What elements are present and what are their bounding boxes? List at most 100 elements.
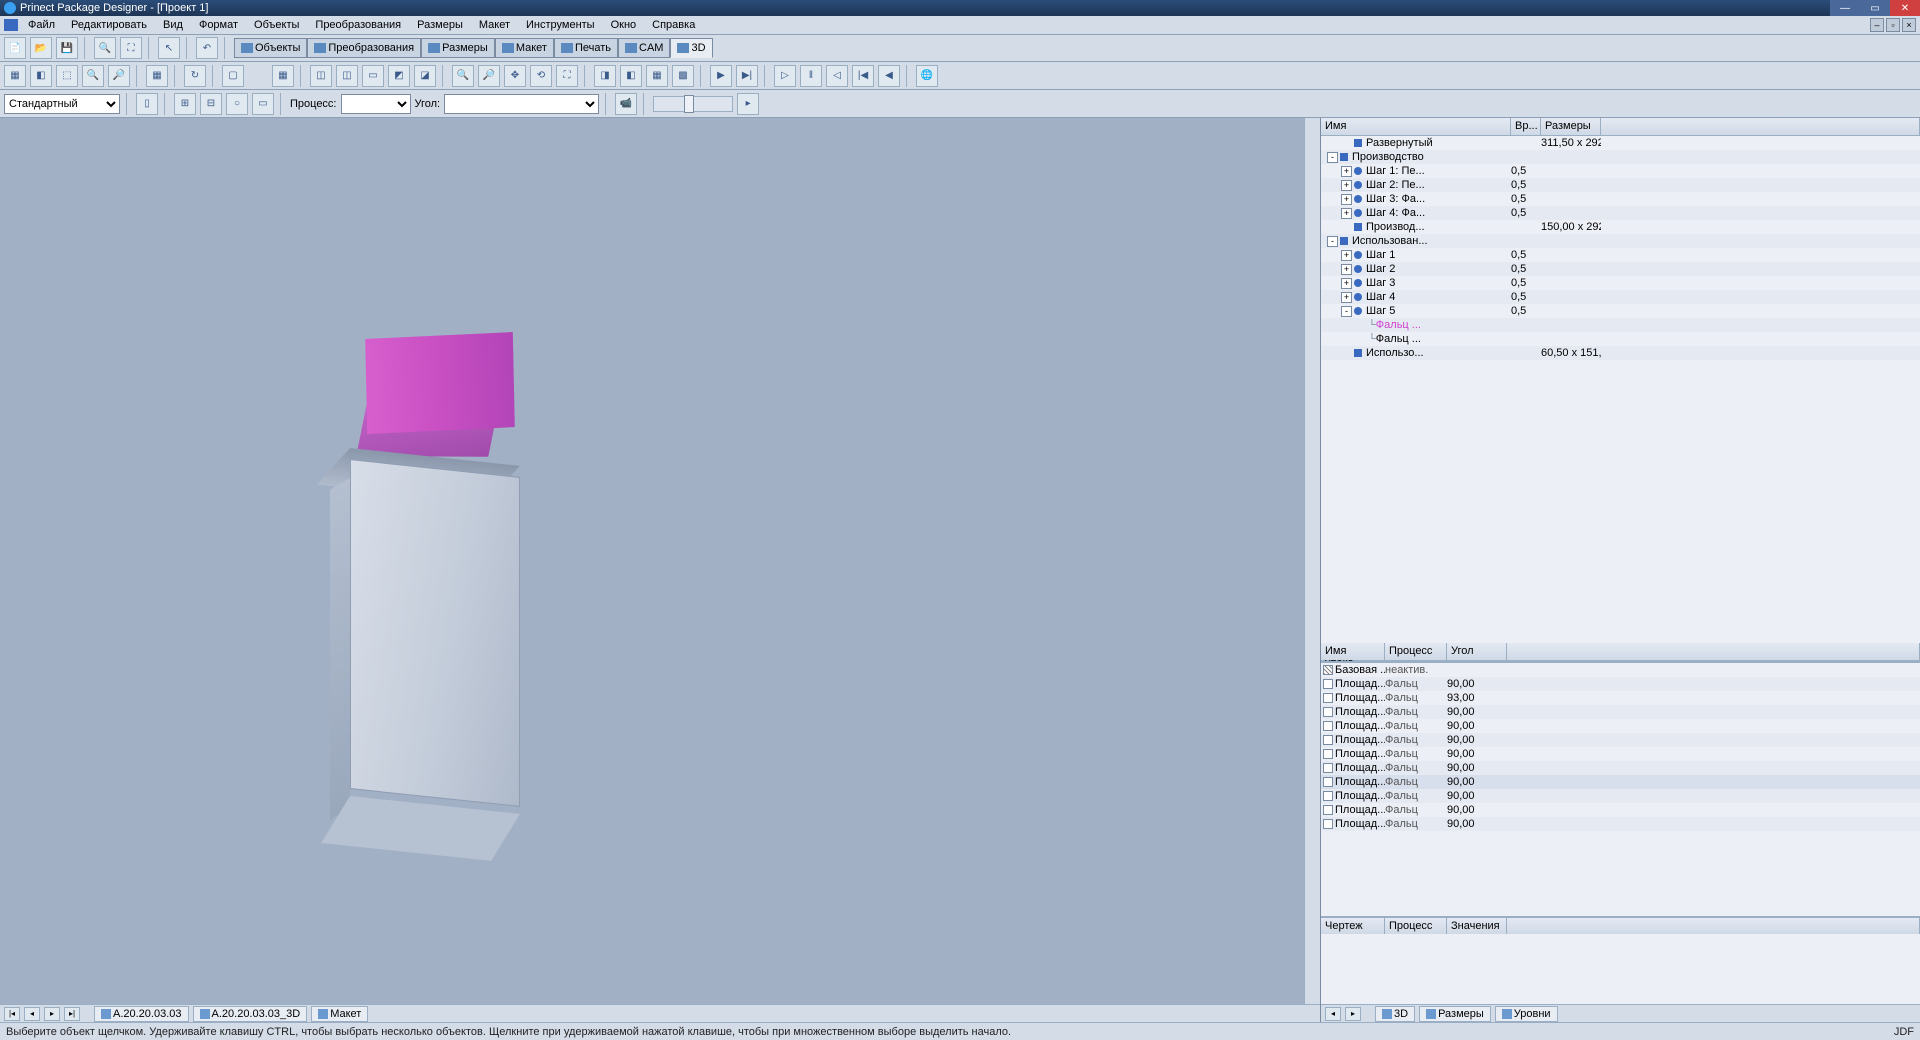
tool-d[interactable]: 🔍 xyxy=(82,65,104,87)
mode-tab-3d[interactable]: 3D xyxy=(670,38,712,58)
expander-icon[interactable]: + xyxy=(1341,278,1352,289)
maximize-button[interactable]: ▭ xyxy=(1860,0,1890,16)
rewind-button[interactable]: |◀ xyxy=(852,65,874,87)
tool-zoom2[interactable]: 🔎 xyxy=(478,65,500,87)
tool-h5[interactable]: ◪ xyxy=(414,65,436,87)
tree-row[interactable]: Развернутый311,50 x 292,... xyxy=(1321,136,1920,150)
menu-format[interactable]: Формат xyxy=(191,17,246,33)
list-row[interactable]: Площад...Фальц90,00 xyxy=(1321,761,1920,775)
tree-row[interactable]: +Шаг 3: Фа...0,5 xyxy=(1321,192,1920,206)
checkbox[interactable] xyxy=(1323,679,1333,689)
checkbox[interactable] xyxy=(1323,665,1333,675)
p3-c3[interactable]: Значения ... xyxy=(1447,918,1507,934)
tree-row[interactable]: └ Фальц ... xyxy=(1321,332,1920,346)
tree-row[interactable]: +Шаг 1: Пе...0,5 xyxy=(1321,164,1920,178)
doc-tab-2[interactable]: A.20.20.03.03_3D xyxy=(193,1006,308,1022)
list-row[interactable]: Площад...Фальц90,00 xyxy=(1321,677,1920,691)
checkbox[interactable] xyxy=(1323,791,1333,801)
expander-icon[interactable]: - xyxy=(1327,152,1338,163)
tree-row[interactable]: └ Фальц ... xyxy=(1321,318,1920,332)
tree-view[interactable]: Развернутый311,50 x 292,...-Производство… xyxy=(1321,136,1920,643)
menu-objects[interactable]: Объекты xyxy=(246,17,307,33)
doc-minimize-button[interactable]: – xyxy=(1870,18,1884,32)
tool-zoom1[interactable]: 🔍 xyxy=(452,65,474,87)
opt-e[interactable]: ▭ xyxy=(252,93,274,115)
expander-icon[interactable]: + xyxy=(1341,180,1352,191)
expander-icon[interactable]: + xyxy=(1341,250,1352,261)
3d-viewport[interactable]: |◂ ◂ ▸ ▸| A.20.20.03.03 A.20.20.03.03_3D… xyxy=(0,118,1320,1022)
checkbox[interactable] xyxy=(1323,749,1333,759)
doc-close-button[interactable]: × xyxy=(1902,18,1916,32)
rtab-next[interactable]: ▸ xyxy=(1345,1007,1361,1021)
menu-transform[interactable]: Преобразования xyxy=(307,17,409,33)
list-row[interactable]: Площад...Фальц90,00 xyxy=(1321,789,1920,803)
tab-last[interactable]: ▸| xyxy=(64,1007,80,1021)
globe-button[interactable]: 🌐 xyxy=(916,65,938,87)
menu-window[interactable]: Окно xyxy=(603,17,645,33)
tree-row[interactable]: Производ...150,00 x 292,... xyxy=(1321,220,1920,234)
tool-f1[interactable]: ▢ xyxy=(222,65,244,87)
tool-orbit[interactable]: ⟲ xyxy=(530,65,552,87)
checkbox[interactable] xyxy=(1323,805,1333,815)
checkbox[interactable] xyxy=(1323,707,1333,717)
tool-view2[interactable]: ◧ xyxy=(620,65,642,87)
tool-c[interactable]: ⬚ xyxy=(56,65,78,87)
tool-b[interactable]: ◧ xyxy=(30,65,52,87)
expander-icon[interactable]: - xyxy=(1341,306,1352,317)
tree-row[interactable]: -Производство xyxy=(1321,150,1920,164)
mode-tab-print[interactable]: Печать xyxy=(554,38,618,58)
list-row[interactable]: Площад...Фальц93,00 xyxy=(1321,691,1920,705)
doc-tab-3[interactable]: Макет xyxy=(311,1006,368,1022)
tree-row[interactable]: Использо...60,50 x 151,5... xyxy=(1321,346,1920,360)
play-end-button[interactable]: ▶| xyxy=(736,65,758,87)
mode-tab-layout[interactable]: Макет xyxy=(495,38,554,58)
tree-row[interactable]: +Шаг 4: Фа...0,5 xyxy=(1321,206,1920,220)
tool-view4[interactable]: ▩ xyxy=(672,65,694,87)
expander-icon[interactable]: - xyxy=(1327,236,1338,247)
tool-h1[interactable]: ◫ xyxy=(310,65,332,87)
menu-edit[interactable]: Редактировать xyxy=(63,17,155,33)
tree-row[interactable]: +Шаг 2: Пе...0,5 xyxy=(1321,178,1920,192)
list-row[interactable]: Площад...Фальц90,00 xyxy=(1321,817,1920,831)
prev-button[interactable]: ◀ xyxy=(878,65,900,87)
tool-grid[interactable]: ▦ xyxy=(146,65,168,87)
menu-view[interactable]: Вид xyxy=(155,17,191,33)
process-combo[interactable] xyxy=(341,94,411,114)
list-row[interactable]: Базовая ...неактив. xyxy=(1321,663,1920,677)
tree-header-size[interactable]: Размеры xyxy=(1541,118,1601,135)
tool-g1[interactable]: ▦ xyxy=(272,65,294,87)
camera-button[interactable]: 📹 xyxy=(615,93,637,115)
save-button[interactable]: 💾 xyxy=(56,37,78,59)
tool-h3[interactable]: ▭ xyxy=(362,65,384,87)
rtab-levels[interactable]: Уровни xyxy=(1495,1006,1558,1022)
list-row[interactable]: Площад...Фальц90,00 xyxy=(1321,705,1920,719)
slider-end[interactable]: ▸ xyxy=(737,93,759,115)
tool-pan[interactable]: ✥ xyxy=(504,65,526,87)
list-row[interactable]: Площад...Фальц90,00 xyxy=(1321,719,1920,733)
expander-icon[interactable]: + xyxy=(1341,292,1352,303)
menu-dimensions[interactable]: Размеры xyxy=(409,17,471,33)
tree-row[interactable]: +Шаг 20,5 xyxy=(1321,262,1920,276)
close-button[interactable]: ✕ xyxy=(1890,0,1920,16)
tree-row[interactable]: -Использован... xyxy=(1321,234,1920,248)
list-header-process[interactable]: Процесс xyxy=(1385,643,1447,660)
tree-header-time[interactable]: Вр... xyxy=(1511,118,1541,135)
pointer-button[interactable]: ↖ xyxy=(158,37,180,59)
pause-button[interactable]: ‖ xyxy=(800,65,822,87)
mode-tab-cam[interactable]: CAM xyxy=(618,38,670,58)
viewport-vscroll[interactable] xyxy=(1304,118,1320,1004)
expander-icon[interactable]: + xyxy=(1341,194,1352,205)
list-header-angle[interactable]: Угол xyxy=(1447,643,1507,660)
tool-a[interactable]: ▦ xyxy=(4,65,26,87)
tab-next[interactable]: ▸ xyxy=(44,1007,60,1021)
new-button[interactable]: 📄 xyxy=(4,37,26,59)
checkbox[interactable] xyxy=(1323,763,1333,773)
list-row[interactable]: Площад...Фальц90,00 xyxy=(1321,733,1920,747)
list-row[interactable]: Площад...Фальц90,00 xyxy=(1321,747,1920,761)
preset-combo[interactable]: Стандартный xyxy=(4,94,120,114)
rtab-dims[interactable]: Размеры xyxy=(1419,1006,1491,1022)
doc-tab-1[interactable]: A.20.20.03.03 xyxy=(94,1006,189,1022)
tool-rotate[interactable]: ↻ xyxy=(184,65,206,87)
opt-b[interactable]: ⊞ xyxy=(174,93,196,115)
tool-fit[interactable]: ⛶ xyxy=(556,65,578,87)
